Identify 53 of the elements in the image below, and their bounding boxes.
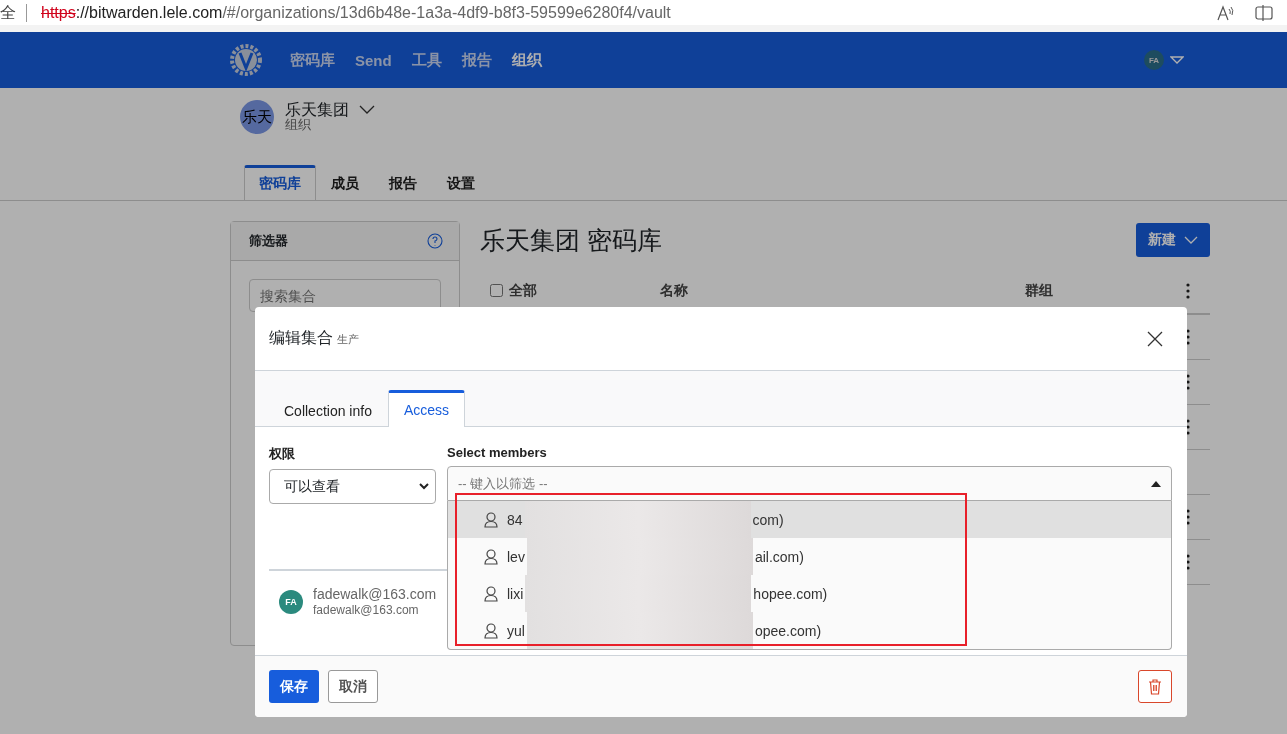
chevron-down-icon[interactable]	[359, 104, 375, 115]
permission-select[interactable]: 可以查看	[269, 469, 436, 504]
org-name[interactable]: 乐天集团	[285, 102, 349, 117]
trash-icon	[1148, 678, 1162, 695]
security-label: 全	[0, 3, 27, 22]
filter-input[interactable]: -- 键入以筛选 --	[458, 476, 1151, 491]
member-option[interactable]: lixi hopee.com)	[448, 575, 1171, 612]
member-avatar: FA	[279, 590, 303, 614]
chevron-down-icon	[419, 483, 429, 490]
save-button[interactable]: 保存	[269, 670, 319, 703]
person-icon	[484, 585, 498, 602]
member-option[interactable]: lev ail.com)	[448, 538, 1171, 575]
field-label: Select members	[447, 445, 548, 460]
address-field[interactable]: https://bitwarden.lele.com/#/organizations/13d6b48e-1a3a-4df9-b8f3-59599e6280f4/vault	[41, 3, 671, 22]
tab[interactable]: 成员	[316, 165, 374, 200]
dialog-subtitle: 生产	[337, 333, 359, 345]
shield-logo-icon	[230, 44, 262, 76]
tab[interactable]: Collection info	[268, 392, 388, 427]
member-option[interactable]: 84 com)	[448, 501, 1171, 538]
nav-link[interactable]: 组织	[511, 50, 542, 70]
caret-icon	[1170, 55, 1184, 65]
person-icon	[484, 622, 498, 639]
field-label: 权限	[269, 445, 296, 463]
person-icon	[484, 511, 498, 528]
member-email: fadewalk@163.com	[313, 602, 420, 618]
member-name: fadewalk@163.com	[313, 586, 437, 602]
tab[interactable]: 设置	[432, 165, 490, 200]
org-avatar: 乐天	[240, 100, 274, 134]
help-icon[interactable]	[427, 233, 443, 249]
dialog-title: 编辑集合	[269, 329, 333, 346]
read-aloud-icon[interactable]	[1217, 4, 1235, 21]
close-icon	[1147, 330, 1163, 347]
org-type: 组织	[285, 117, 312, 132]
chevron-down-icon	[1184, 235, 1198, 245]
column-header: 群组	[1025, 281, 1054, 300]
delete-button[interactable]	[1138, 670, 1172, 703]
close-button[interactable]	[1147, 330, 1163, 347]
column-header: 全部	[509, 281, 537, 300]
vault-title: 乐天集团 密码库	[480, 224, 662, 256]
filter-title: 筛选器	[249, 232, 288, 250]
person-icon	[484, 548, 498, 565]
select-all-checkbox[interactable]	[490, 284, 503, 297]
more-icon[interactable]	[1186, 282, 1190, 299]
split-screen-icon[interactable]	[1255, 4, 1273, 21]
new-button[interactable]: 新建	[1136, 223, 1210, 257]
tab[interactable]: Access	[387, 390, 466, 427]
member-select[interactable]: -- 键入以筛选 --	[447, 466, 1172, 501]
caret-up-icon	[1151, 480, 1161, 487]
column-header: 名称	[660, 281, 689, 300]
tab[interactable]: 密码库	[244, 165, 316, 200]
cancel-button[interactable]: 取消	[328, 670, 378, 703]
tab[interactable]: 报告	[374, 165, 432, 200]
member-option[interactable]: yul opee.com)	[448, 612, 1171, 649]
